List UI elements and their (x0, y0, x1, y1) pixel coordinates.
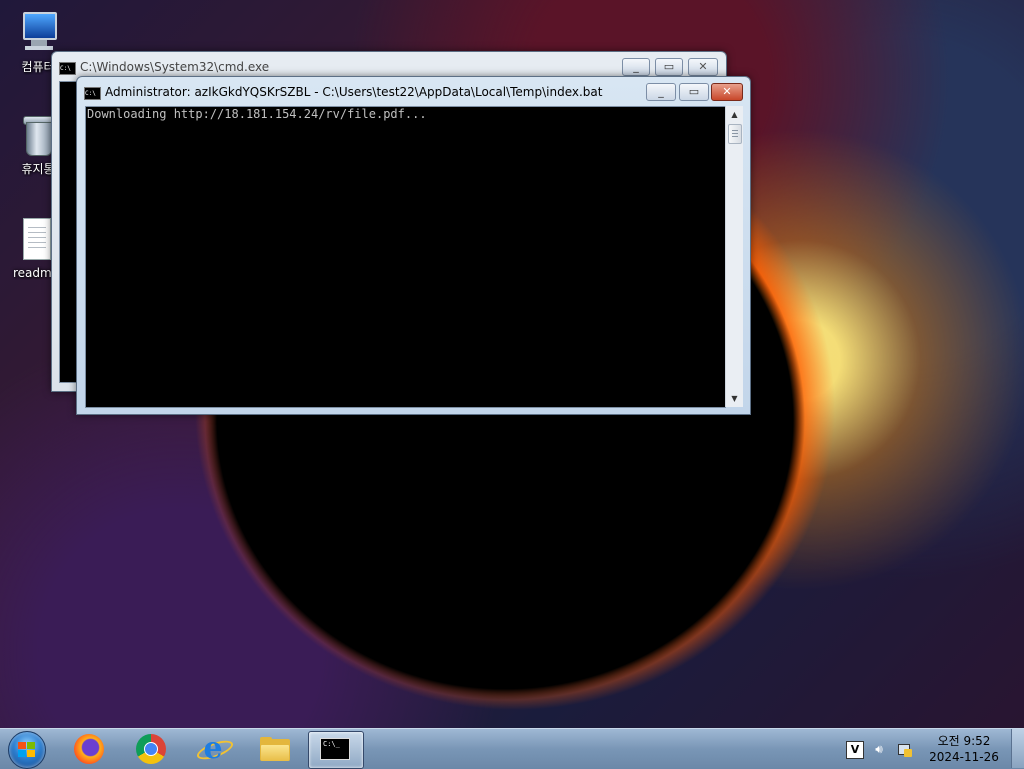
maximize-icon: ▭ (663, 60, 675, 73)
show-desktop-button[interactable] (1011, 729, 1024, 768)
taskbar-internet-explorer-button[interactable]: e (186, 731, 240, 767)
minimize-icon: _ (658, 85, 664, 98)
windows-start-icon (18, 742, 36, 758)
close-button[interactable]: ✕ (688, 58, 718, 76)
taskbar-file-explorer-button[interactable] (248, 731, 302, 767)
close-icon: ✕ (698, 60, 708, 73)
command-prompt-icon: C:\_ (320, 738, 350, 760)
window-title: Administrator: azIkGkdYQSKrSZBL - C:\Use… (105, 85, 603, 99)
start-button[interactable] (8, 731, 46, 769)
clock-time: 오전 9:52 (937, 734, 991, 748)
taskbar-firefox-button[interactable] (62, 731, 116, 767)
internet-explorer-icon: e (203, 731, 223, 766)
chrome-icon (136, 734, 166, 764)
vertical-scrollbar[interactable]: ▲ ▼ (725, 106, 743, 407)
ime-icon[interactable]: V (846, 741, 864, 759)
clock-date: 2024-11-26 (929, 750, 999, 764)
volume-icon[interactable]: 🔊︎ (871, 741, 887, 757)
maximize-icon: ▭ (688, 85, 700, 98)
scroll-up-arrow-icon[interactable]: ▲ (726, 106, 743, 123)
taskbar-command-prompt-button[interactable]: C:\_ (308, 731, 364, 769)
minimize-button[interactable]: _ (646, 83, 676, 101)
scrollbar-thumb[interactable] (728, 124, 742, 144)
taskbar: e C:\_ V 🔊︎ 오전 9:52 2024-11-26 (0, 728, 1024, 769)
maximize-button[interactable]: ▭ (679, 83, 709, 101)
scroll-down-arrow-icon[interactable]: ▼ (726, 390, 743, 407)
file-explorer-icon (260, 737, 290, 761)
firefox-icon (74, 734, 104, 764)
close-icon: ✕ (722, 85, 732, 98)
taskbar-chrome-button[interactable] (124, 731, 178, 767)
cmd-window-foreground[interactable]: C:\ Administrator: azIkGkdYQSKrSZBL - C:… (76, 76, 751, 415)
maximize-button[interactable]: ▭ (655, 58, 683, 76)
close-button[interactable]: ✕ (711, 83, 743, 101)
window-title: C:\Windows\System32\cmd.exe (80, 60, 270, 74)
title-bar[interactable]: C:\ Administrator: azIkGkdYQSKrSZBL - C:… (77, 77, 750, 104)
minimize-icon: _ (633, 60, 639, 73)
cmd-icon: C:\ (84, 87, 101, 100)
title-bar[interactable]: C:\ C:\Windows\System32\cmd.exe _ ▭ ✕ (52, 52, 726, 79)
system-tray: V 🔊︎ (840, 729, 920, 769)
console-line: Downloading http://18.181.154.24/rv/file… (87, 107, 427, 121)
network-icon[interactable] (896, 741, 912, 757)
computer-icon (17, 10, 59, 56)
minimize-button[interactable]: _ (622, 58, 650, 76)
taskbar-clock[interactable]: 오전 9:52 2024-11-26 (922, 733, 1006, 765)
cmd-icon: C:\ (59, 62, 76, 75)
console-output[interactable]: Downloading http://18.181.154.24/rv/file… (85, 106, 726, 408)
